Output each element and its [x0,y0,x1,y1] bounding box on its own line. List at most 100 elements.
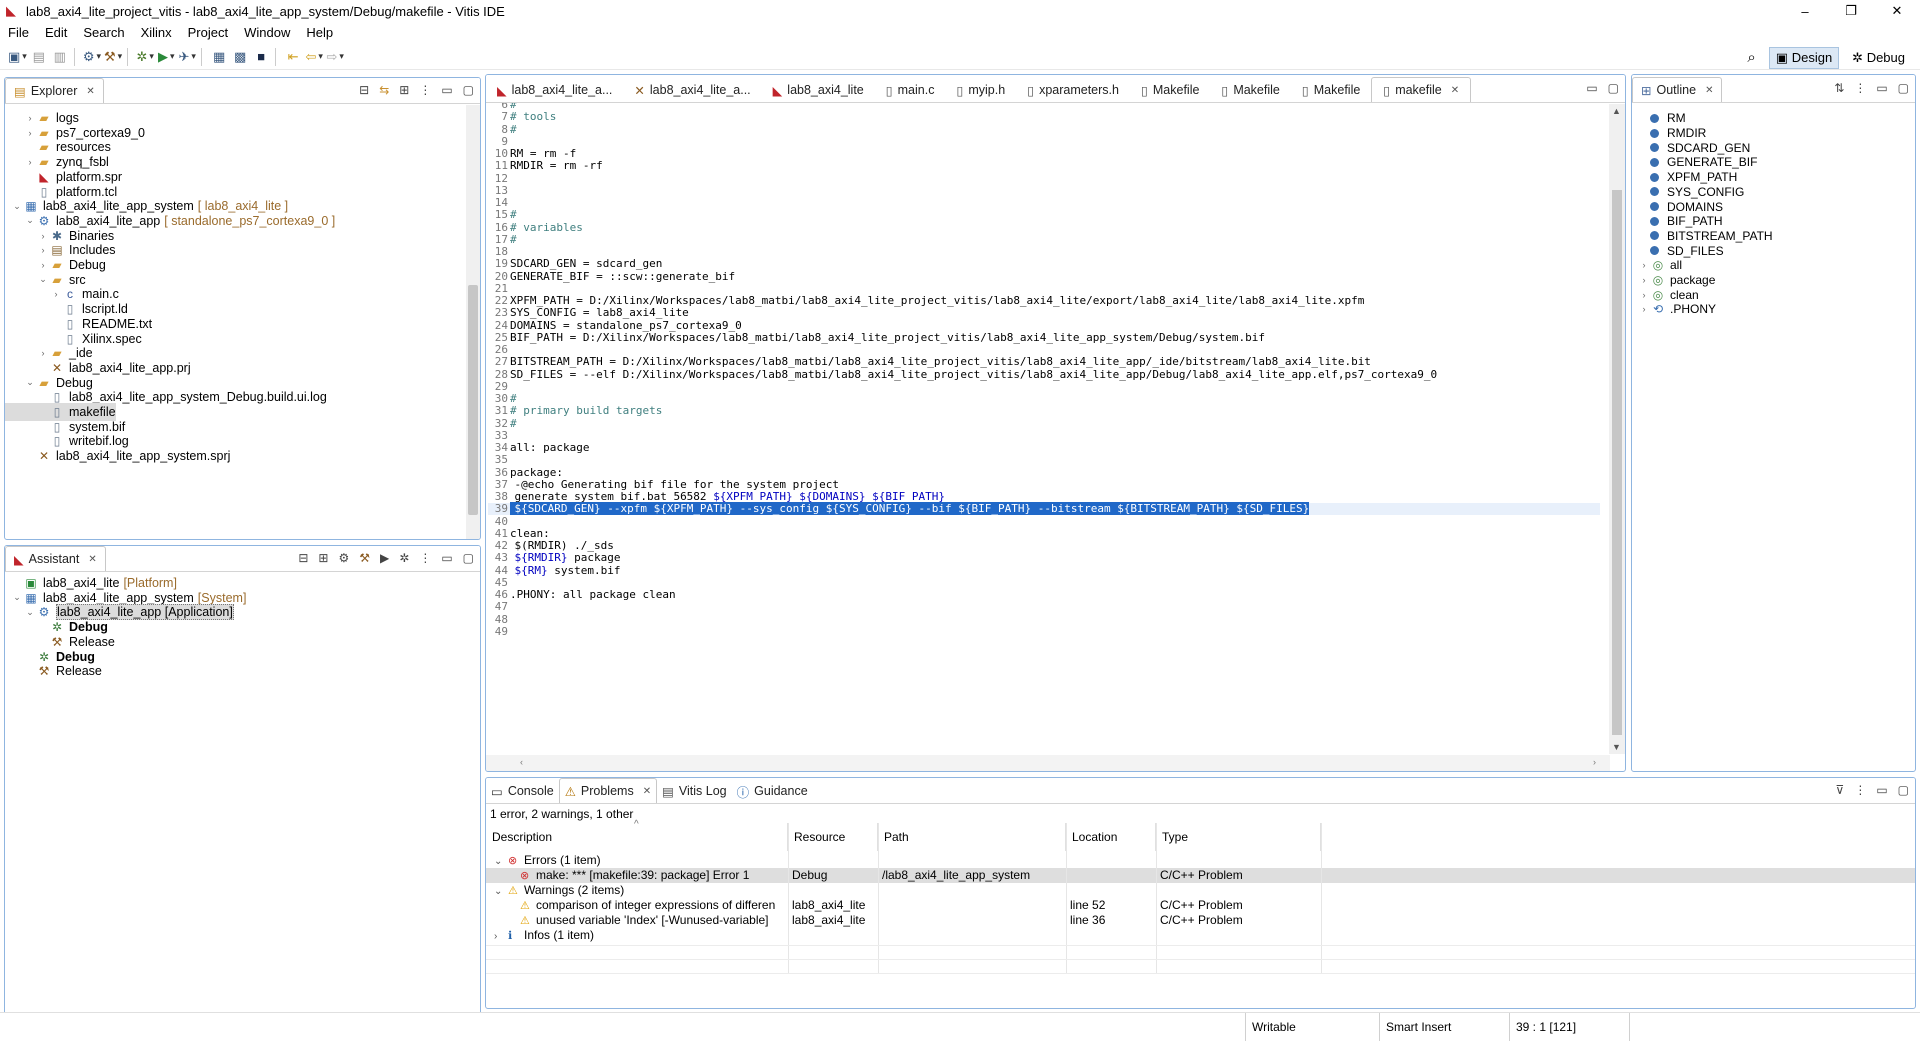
outline-item[interactable]: DOMAINS [1632,199,1723,214]
editor-hscrollbar[interactable]: ‹ › [486,755,1610,771]
column-header-path[interactable]: Path [878,823,1066,851]
build-hammer-icon[interactable]: ⚒ [359,551,370,565]
external-tools-icon[interactable]: ✈ [178,47,196,67]
close-button[interactable]: ✕ [1874,0,1920,22]
save-icon[interactable]: ▤ [30,47,48,67]
outline-item[interactable]: SDCARD_GEN [1632,140,1750,155]
forward-icon[interactable]: ⇨ [326,47,344,67]
tab-outline[interactable]: ⊞ Outline ✕ [1632,77,1723,102]
editor-tab[interactable]: ◣ lab8_axi4_lite_a... [486,78,623,102]
chevron-down-icon[interactable]: ⌄ [24,215,36,226]
menu-project[interactable]: Project [180,25,236,40]
menu-help[interactable]: Help [298,25,341,40]
maximize-icon[interactable]: ▢ [1608,81,1619,95]
settings-gear-icon[interactable]: ⚙ [338,551,349,565]
outline-item[interactable]: GENERATE_BIF [1632,155,1757,170]
outline-item[interactable]: SYS_CONFIG [1632,185,1744,200]
outline-item[interactable]: RMDIR [1632,126,1706,141]
chevron-right-icon[interactable]: › [24,157,36,167]
menu-window[interactable]: Window [236,25,298,40]
explorer-item[interactable]: ✕ lab8_axi4_lite_app_system.sprj [5,447,230,465]
terminal-icon[interactable]: ▩ [231,47,249,67]
code-editor[interactable]: 6 #7 # tools 8 #9 10 RM = rm -f 11 RMDIR = rm -r… [488,103,1600,753]
chevron-right-icon[interactable]: › [494,929,508,943]
link-editor-icon[interactable]: ⇆ [379,83,389,97]
tab-assistant[interactable]: ◣ Assistant ✕ [5,546,106,571]
editor-tab[interactable]: ◣ lab8_axi4_lite [762,78,875,102]
minimize-icon[interactable]: ▭ [1586,81,1597,95]
menu-file[interactable]: File [0,25,37,40]
view-menu-icon[interactable]: ⋮ [1854,81,1866,95]
chevron-right-icon[interactable]: › [1638,275,1650,285]
menu-edit[interactable]: Edit [37,25,75,40]
debug-bug-icon[interactable]: ✲ [399,551,409,565]
outline-item[interactable]: BIF_PATH [1632,214,1723,229]
outline-item[interactable]: › ⟲ .PHONY [1632,302,1717,317]
explorer-scrollbar[interactable] [466,105,480,539]
back-icon[interactable]: ⇦ [305,47,323,67]
chevron-right-icon[interactable]: › [37,348,49,358]
chevron-right-icon[interactable]: › [1638,260,1650,270]
editor-tab[interactable]: ▯ Makefile [1291,78,1371,102]
problem-group-row[interactable]: › ℹ Infos (1 item) [486,928,1915,943]
build-hammer-icon[interactable]: ⚒ [104,47,122,67]
filter-icon[interactable]: ⊞ [399,83,409,97]
outline-item[interactable]: SD_FILES [1632,243,1724,258]
editor-tab[interactable]: ▯ myip.h [945,78,1016,102]
search-icon[interactable]: ⌕ [1740,46,1762,69]
build-config-icon[interactable]: ⚙ [83,47,101,67]
minimize-icon[interactable]: ▭ [1876,81,1887,95]
chevron-right-icon[interactable]: › [37,260,49,270]
last-edit-icon[interactable]: ⇤ [284,47,302,67]
chevron-right-icon[interactable]: › [24,113,36,123]
run-icon[interactable]: ▶ [380,551,389,565]
outline-item[interactable]: RM [1632,111,1686,126]
chevron-right-icon[interactable]: › [37,231,49,241]
menu-xilinx[interactable]: Xilinx [133,25,180,40]
assistant-item[interactable]: ⚒ Release [5,662,102,680]
problem-row[interactable]: ⊗ make: *** [makefile:39: package] Error … [486,868,1915,883]
view-menu-icon[interactable]: ⋮ [419,83,431,97]
column-header-location[interactable]: Location [1066,823,1156,851]
problem-group-row[interactable]: ⌄ ⊗ Errors (1 item) [486,853,1915,868]
close-icon[interactable]: ✕ [1451,85,1459,96]
maximize-icon[interactable]: ▢ [1898,783,1909,797]
outline-item[interactable]: BITSTREAM_PATH [1632,229,1773,244]
column-header-type[interactable]: Type [1156,823,1321,851]
collapse-all-icon[interactable]: ⊟ [359,83,369,97]
collapse-all-icon[interactable]: ⊟ [298,551,308,565]
problem-row[interactable]: ⚠ comparison of integer expressions of di… [486,898,1915,913]
chevron-down-icon[interactable]: ⌄ [11,592,23,603]
chevron-right-icon[interactable]: › [1638,290,1650,300]
chevron-right-icon[interactable]: › [50,289,62,299]
debug-bug-icon[interactable]: ✲ [136,47,154,67]
tab-console[interactable]: ▭ Console [486,779,559,803]
outline-item[interactable]: › ◎ clean [1632,287,1699,302]
editor-vscrollbar[interactable]: ▲ ▼ [1609,104,1625,754]
tab-explorer[interactable]: ▤ Explorer ✕ [5,78,104,103]
editor-tab[interactable]: ✕ lab8_axi4_lite_a... [623,78,761,102]
tab-guidance[interactable]: ⓘ Guidance [732,779,813,803]
new-icon[interactable]: ▣ [8,47,27,67]
outline-item[interactable]: XPFM_PATH [1632,170,1737,185]
sort-icon[interactable]: ⇅ [1834,81,1844,95]
chevron-right-icon[interactable]: › [24,128,36,138]
problem-group-row[interactable]: ⌄ ⚠ Warnings (2 items) [486,883,1915,898]
debug-perspective-button[interactable]: ✲ Debug [1845,47,1912,69]
chevron-right-icon[interactable]: › [1638,304,1650,314]
close-icon[interactable]: ✕ [86,86,94,97]
chevron-right-icon[interactable]: › [37,245,49,255]
editor-tab[interactable]: ▯ Makefile [1130,78,1210,102]
close-icon[interactable]: ✕ [643,786,651,797]
view-menu-icon[interactable]: ⋮ [1854,783,1866,797]
minimize-button[interactable]: – [1782,0,1828,22]
view-menu-icon[interactable]: ⋮ [419,551,431,565]
minimize-icon[interactable]: ▭ [1876,783,1887,797]
editor-tab[interactable]: ▯ Makefile [1210,78,1290,102]
chevron-down-icon[interactable]: ⌄ [494,884,508,898]
menu-search[interactable]: Search [75,25,132,40]
console-icon[interactable]: ■ [252,47,270,67]
expand-all-icon[interactable]: ⊞ [318,551,328,565]
chevron-down-icon[interactable]: ⌄ [24,607,36,618]
editor-tab[interactable]: ▯ main.c [875,78,946,102]
